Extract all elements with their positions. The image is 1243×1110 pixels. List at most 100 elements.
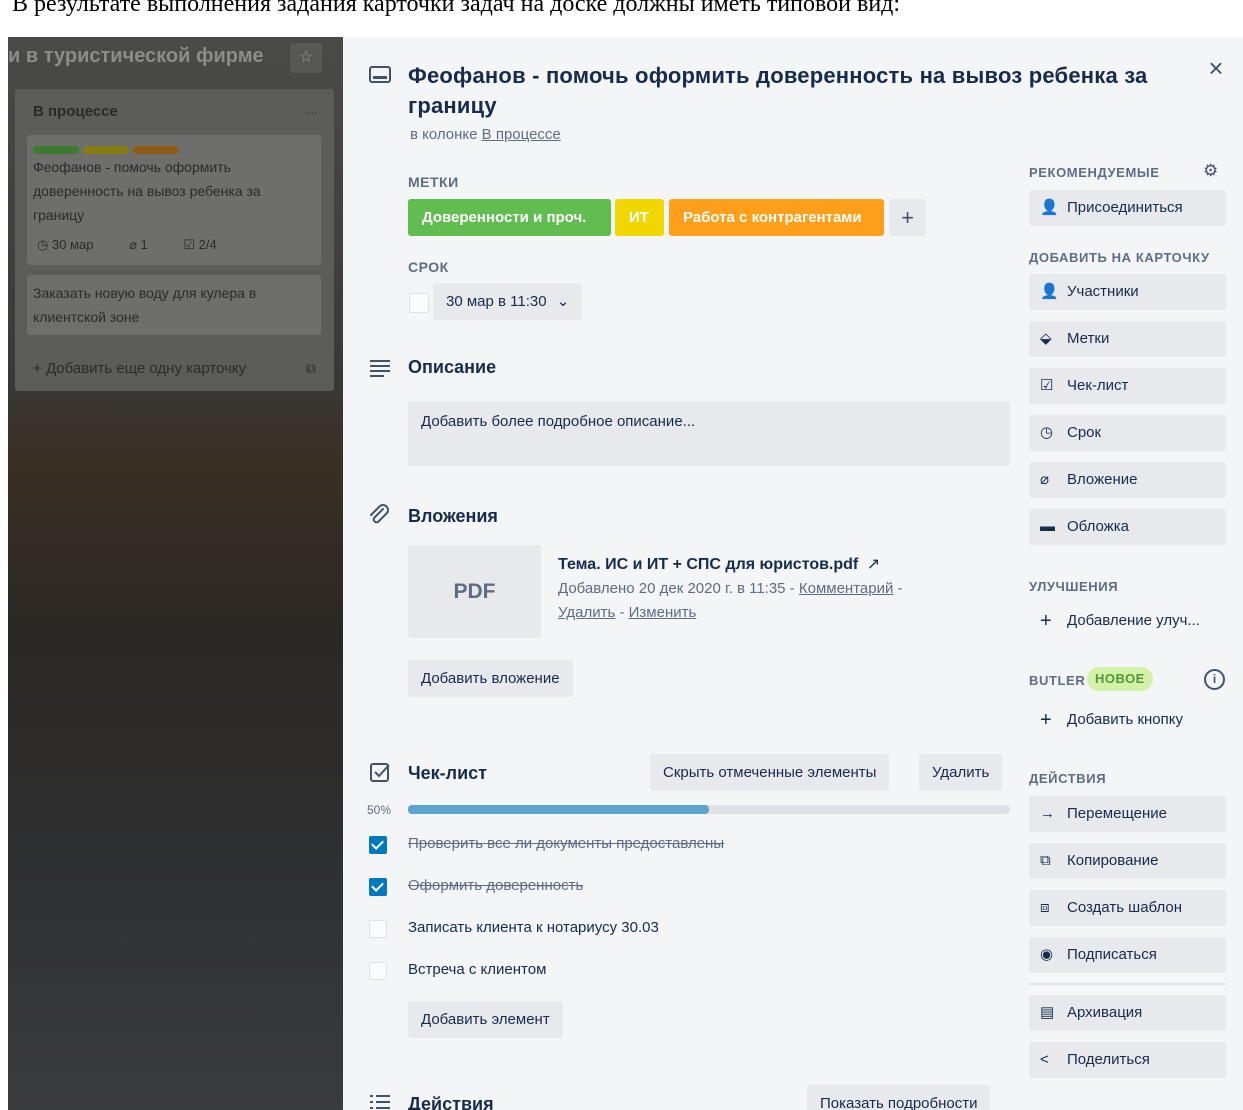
- powerups-heading: УЛУЧШЕНИЯ: [1029, 579, 1119, 594]
- members-button[interactable]: 👤 Участники: [1029, 274, 1226, 310]
- paperclip-icon: ⌀: [1040, 471, 1050, 488]
- label-chip[interactable]: ИТ: [615, 199, 664, 236]
- checklist-checkbox[interactable]: [369, 920, 387, 938]
- user-icon: 👤: [1040, 199, 1059, 216]
- info-icon[interactable]: i: [1204, 669, 1225, 690]
- checklist-item[interactable]: Записать клиента к нотариусу 30.03: [367, 915, 1007, 945]
- copy-button[interactable]: ⧉ Копирование: [1029, 843, 1226, 879]
- show-details-button[interactable]: Показать подробности: [807, 1085, 991, 1110]
- members-label: Участники: [1067, 283, 1139, 300]
- description-heading: Описание: [408, 357, 497, 377]
- card-title: Феофанов - помочь оформить доверенность …: [33, 159, 261, 223]
- move-button[interactable]: → Перемещение: [1029, 796, 1226, 832]
- in-list-text: в колонке В процессе: [410, 126, 561, 143]
- list-menu-icon[interactable]: ...: [306, 101, 318, 117]
- new-badge: НОВОЕ: [1087, 667, 1153, 691]
- activity-heading: Действия: [408, 1094, 494, 1110]
- close-icon[interactable]: ×: [1201, 53, 1231, 83]
- checklist-icon: [370, 763, 390, 782]
- template-icon[interactable]: ⧉: [306, 360, 316, 377]
- checklist-item[interactable]: Встреча с клиентом: [367, 957, 1007, 987]
- card-title: Заказать новую воду для кулера в клиентс…: [33, 285, 257, 325]
- list-card[interactable]: Заказать новую воду для кулера в клиентс…: [27, 275, 321, 335]
- checklist-checkbox[interactable]: [369, 962, 387, 980]
- copy-label: Копирование: [1067, 852, 1159, 869]
- attachment-count: 1: [140, 237, 148, 252]
- clock-icon: ◷: [1040, 424, 1054, 441]
- label-chip[interactable]: Доверенности и проч.: [408, 199, 611, 236]
- attachment-button[interactable]: ⌀ Вложение: [1029, 462, 1226, 498]
- add-powerup-button[interactable]: + Добавление улуч...: [1029, 603, 1226, 639]
- plus-icon: +: [1040, 709, 1052, 731]
- checklist-item[interactable]: Оформить доверенность: [367, 873, 1007, 903]
- list-link[interactable]: В процессе: [482, 126, 561, 143]
- add-attachment-button[interactable]: Добавить вложение: [408, 660, 573, 697]
- add-card-button[interactable]: + Добавить еще одну карточку: [33, 360, 246, 377]
- tag-icon: ⬙: [1040, 330, 1052, 347]
- join-button[interactable]: 👤 Присоединиться: [1029, 190, 1226, 226]
- delete-attachment-link[interactable]: Удалить: [558, 604, 615, 621]
- eye-icon: ◉: [1040, 946, 1054, 963]
- board-title[interactable]: и в туристической фирме: [8, 45, 264, 68]
- comment-link[interactable]: Комментарий: [799, 580, 893, 597]
- external-link-icon: ↗: [866, 556, 881, 573]
- hide-checked-button[interactable]: Скрыть отмеченные элементы: [650, 754, 890, 791]
- archive-button[interactable]: ▤ Архивация: [1029, 995, 1226, 1031]
- butler-heading: BUTLER: [1029, 673, 1086, 688]
- cover-button[interactable]: ▬ Обложка: [1029, 509, 1226, 545]
- labels-button[interactable]: ⬙ Метки: [1029, 321, 1226, 357]
- checklist-checkbox[interactable]: [369, 836, 387, 854]
- share-button[interactable]: < Поделиться: [1029, 1042, 1226, 1078]
- gear-icon[interactable]: ⚙: [1203, 161, 1218, 181]
- due-date-value: 30 мар в 11:30: [446, 293, 547, 310]
- card-labels: [33, 141, 183, 154]
- make-template-label: Создать шаблон: [1067, 899, 1183, 916]
- add-checklist-item-button[interactable]: Добавить элемент: [408, 1001, 563, 1038]
- due-heading: СРОК: [408, 259, 449, 275]
- due-complete-checkbox[interactable]: [409, 293, 429, 313]
- attachment-meta: Добавлено 20 дек 2020 г. в 11:35 - Комме…: [558, 577, 978, 625]
- clock-icon: ◷ 30 мар: [37, 237, 94, 252]
- checklist-progress-fill: [408, 805, 709, 814]
- checklist-button[interactable]: ☑ Чек-лист: [1029, 368, 1226, 404]
- star-icon[interactable]: ☆: [290, 43, 322, 73]
- template-icon: ⧈: [1040, 899, 1050, 916]
- due-date-button[interactable]: ◷ Срок: [1029, 415, 1226, 451]
- actions-heading: ДЕЙСТВИЯ: [1029, 771, 1107, 786]
- checklist-label: Чек-лист: [1067, 377, 1129, 394]
- list-title[interactable]: В процессе: [33, 103, 118, 120]
- label-green: [33, 146, 79, 154]
- card-icon: [369, 66, 391, 83]
- divider: [1029, 983, 1226, 985]
- card-badges: ◷ 30 мар ⌀ 1 ☑ 2/4: [37, 237, 249, 253]
- checklist-item-text: Проверить все ли документы предоставлены: [408, 835, 725, 852]
- list-card[interactable]: Феофанов - помочь оформить доверенность …: [27, 135, 321, 265]
- due-date-button[interactable]: 30 мар в 11:30 ⌄: [433, 283, 583, 320]
- make-template-button[interactable]: ⧈ Создать шаблон: [1029, 890, 1226, 926]
- archive-icon: ▤: [1040, 1004, 1055, 1021]
- add-button-button[interactable]: + Добавить кнопку: [1029, 702, 1226, 738]
- add-powerup-label: Добавление улуч...: [1067, 612, 1200, 629]
- card-title[interactable]: Феофанов - помочь оформить доверенность …: [408, 61, 1178, 121]
- checklist-item-text: Оформить доверенность: [408, 877, 584, 894]
- add-label-button[interactable]: +: [889, 199, 926, 236]
- checklist-checkbox[interactable]: [369, 878, 387, 896]
- separator: -: [619, 604, 625, 621]
- checklist-item[interactable]: Проверить все ли документы предоставлены: [367, 831, 1007, 861]
- delete-checklist-button[interactable]: Удалить: [919, 754, 1003, 791]
- document-caption: В результате выполнения задания карточки…: [12, 0, 901, 17]
- edit-attachment-link[interactable]: Изменить: [629, 604, 697, 621]
- add-to-card-heading: ДОБАВИТЬ НА КАРТОЧКУ: [1029, 250, 1210, 265]
- attachment-filename: Тема. ИС и ИТ + СПС для юристов.pdf: [558, 556, 859, 573]
- attachment-label: Вложение: [1067, 471, 1138, 488]
- paperclip-icon: [370, 504, 389, 524]
- label-chip[interactable]: Работа с контрагентами: [669, 199, 884, 236]
- description-input[interactable]: Добавить более подробное описание...: [408, 401, 1010, 466]
- attachment-name[interactable]: Тема. ИС и ИТ + СПС для юристов.pdf ↗: [558, 554, 880, 574]
- labels-heading: МЕТКИ: [408, 174, 459, 190]
- attachment-thumbnail[interactable]: PDF: [408, 545, 541, 638]
- watch-button[interactable]: ◉ Подписаться: [1029, 937, 1226, 973]
- share-label: Поделиться: [1067, 1051, 1150, 1068]
- checklist-icon: ☑: [1040, 377, 1054, 394]
- checklist-item-text: Записать клиента к нотариусу 30.03: [408, 919, 659, 936]
